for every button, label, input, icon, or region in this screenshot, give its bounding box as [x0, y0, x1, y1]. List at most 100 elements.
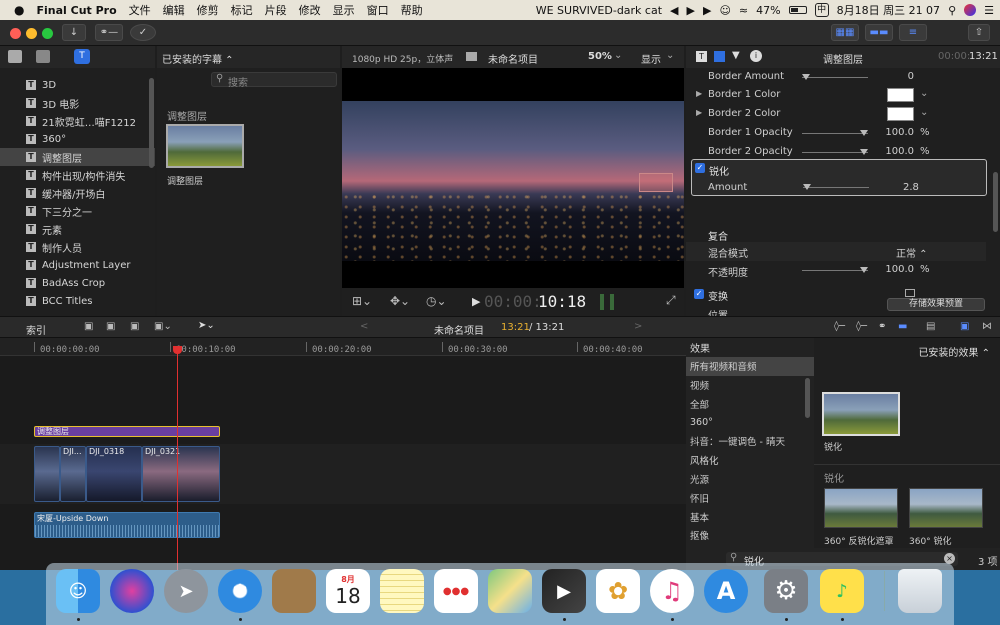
effect-thumbnail-sharpen[interactable] — [822, 392, 900, 436]
chevron-down-icon[interactable]: ⌄ — [614, 50, 622, 61]
reminders-icon[interactable]: ●●● — [434, 569, 478, 613]
video-clip-small[interactable] — [34, 446, 60, 502]
search-field[interactable]: ⚲ 搜索 — [211, 72, 337, 89]
launchpad-icon[interactable]: ➤ — [164, 569, 208, 613]
input-method-icon[interactable]: 中 — [814, 3, 829, 17]
insert-clip-icon[interactable]: ▣ — [106, 321, 115, 332]
sharpen-checkbox[interactable]: ✓ — [695, 163, 705, 173]
video-clip[interactable]: DJI_0321 — [142, 446, 220, 502]
menu-clock[interactable]: 8月18日 周三 21 07 — [837, 2, 940, 18]
chevron-down-icon[interactable]: ⌄ — [920, 107, 928, 118]
media-prev-icon[interactable]: ◀ — [670, 4, 678, 17]
blend-mode-popup[interactable]: 正常 ⌃ — [896, 245, 928, 260]
list-item[interactable]: T 下三分之一 — [0, 202, 155, 220]
video-format[interactable]: 1080p HD 25p，立体声 — [352, 52, 453, 65]
speed-icon[interactable]: ◷⌄ — [426, 294, 447, 308]
timeline-ruler[interactable]: 00:00:00:00 00:00:10:00 00:00:20:00 00:0… — [0, 338, 686, 356]
clapper-icon[interactable] — [8, 50, 22, 63]
border1-opacity-slider[interactable] — [802, 130, 868, 136]
show-timeline-button[interactable]: ▬▬ — [865, 24, 893, 41]
list-item[interactable]: 光源 — [686, 470, 814, 489]
show-inspector-button[interactable]: ≡ — [899, 24, 927, 41]
app-store-icon[interactable]: A — [704, 569, 748, 613]
list-item[interactable]: 抠像 — [686, 526, 814, 545]
forward-arrow-icon[interactable]: > — [634, 321, 642, 332]
effect-thumbnail[interactable] — [824, 488, 898, 528]
apple-icon[interactable]: ● — [0, 3, 30, 17]
list-item[interactable]: T 360° — [0, 130, 155, 148]
close-button[interactable] — [10, 28, 21, 39]
transitions-browser-icon[interactable]: ⋈ — [982, 321, 992, 332]
chevron-down-icon[interactable]: ⌄ — [920, 88, 928, 99]
contacts-icon[interactable] — [272, 569, 316, 613]
menu-mark[interactable]: 标记 — [225, 2, 259, 18]
installed-effects-menu[interactable]: 已安装的效果 ⌃ — [918, 344, 990, 359]
list-item[interactable]: 怀旧 — [686, 488, 814, 507]
snapping-icon[interactable]: ▬ — [898, 321, 907, 332]
final-cut-pro-icon[interactable]: ▶ — [542, 569, 586, 613]
media-next-icon[interactable]: ▶ — [703, 4, 711, 17]
disclosure-triangle-icon[interactable]: ▶ — [696, 108, 702, 117]
battery-percent[interactable]: 47% — [756, 4, 780, 17]
transform-icon[interactable]: ✥⌄ — [390, 294, 410, 308]
overwrite-clip-icon[interactable]: ▣⌄ — [154, 321, 172, 332]
list-item[interactable]: T 制作人员 — [0, 238, 155, 256]
transform-overlay-icon[interactable] — [905, 289, 915, 297]
opacity-slider[interactable] — [802, 267, 868, 273]
menu-clip[interactable]: 片段 — [259, 2, 293, 18]
border2-color-swatch[interactable] — [887, 107, 914, 121]
audio-clip[interactable]: 宋厦-Upside Down — [34, 512, 220, 538]
display-menu[interactable]: 显示 — [641, 51, 661, 66]
inspector-scrollbar[interactable] — [993, 172, 998, 232]
finder-icon[interactable]: ☺ — [56, 569, 100, 613]
list-item[interactable]: 抖音：一键调色 - 晴天 — [686, 432, 814, 451]
menu-view[interactable]: 显示 — [327, 2, 361, 18]
list-item[interactable]: T 元素 — [0, 220, 155, 238]
list-item[interactable]: 基本 — [686, 507, 814, 526]
headphones-icon[interactable]: ⚭ — [878, 321, 886, 332]
search-icon[interactable]: ⚲ — [948, 4, 956, 17]
skimming-icon[interactable]: ◊─ — [834, 321, 845, 332]
list-item[interactable]: T 构件出现/构件消失 — [0, 166, 155, 184]
calendar-icon[interactable]: 8月 18 — [326, 569, 370, 613]
effects-browser-icon[interactable]: ▣ — [960, 321, 969, 332]
list-item[interactable]: 360° — [686, 413, 814, 432]
save-effects-preset-button[interactable]: 存储效果预置 — [887, 298, 985, 311]
import-button[interactable]: ↓ — [62, 24, 86, 41]
list-item[interactable]: T BCC Titles — [0, 292, 155, 310]
photos-icon[interactable]: ✿ — [596, 569, 640, 613]
list-item[interactable]: 视频 — [686, 376, 814, 395]
menu-window[interactable]: 窗口 — [361, 2, 395, 18]
list-item[interactable]: T 3D — [0, 76, 155, 94]
keyword-button[interactable]: ⚭— — [95, 24, 123, 41]
siri-icon[interactable] — [964, 4, 977, 16]
background-tasks-button[interactable]: ✓ — [130, 24, 156, 41]
adjustment-layer-thumbnail[interactable] — [166, 124, 244, 168]
maps-icon[interactable] — [488, 569, 532, 613]
list-item[interactable] — [0, 68, 155, 76]
share-button[interactable]: ⇧ — [968, 24, 990, 41]
zoom-level[interactable]: 50% — [588, 51, 612, 62]
list-item-selected[interactable]: 所有视频和音频 — [686, 356, 814, 376]
video-clip[interactable]: DJI... — [60, 446, 86, 502]
siri-icon[interactable] — [110, 569, 154, 613]
text-inspector-icon[interactable]: T — [696, 51, 707, 62]
user-icon[interactable]: ☺ — [719, 4, 730, 17]
qq-music-icon[interactable]: ♪ — [820, 569, 864, 613]
viewer-canvas[interactable] — [342, 68, 684, 288]
minimize-button[interactable] — [26, 28, 37, 39]
menu-edit[interactable]: 编辑 — [157, 2, 191, 18]
amount-value[interactable]: 2.8 — [903, 182, 919, 193]
list-item[interactable]: 全部 — [686, 394, 814, 413]
sidebar-scrollbar[interactable] — [149, 78, 154, 168]
show-browser-button[interactable]: ▦▦ — [831, 24, 859, 41]
titles-generators-icon[interactable]: T — [74, 49, 90, 64]
list-item[interactable]: T Adjustment Layer — [0, 256, 155, 274]
video-clip[interactable]: DJI_0318 — [86, 446, 142, 502]
music-icon[interactable]: ♫ — [650, 569, 694, 613]
play-icon[interactable]: ▶ — [472, 295, 480, 308]
index-button[interactable]: 索引 — [26, 322, 46, 337]
fullscreen-icon[interactable]: ⤢ — [666, 293, 676, 308]
menu-help[interactable]: 帮助 — [395, 2, 429, 18]
append-clip-icon[interactable]: ▣ — [130, 321, 139, 332]
